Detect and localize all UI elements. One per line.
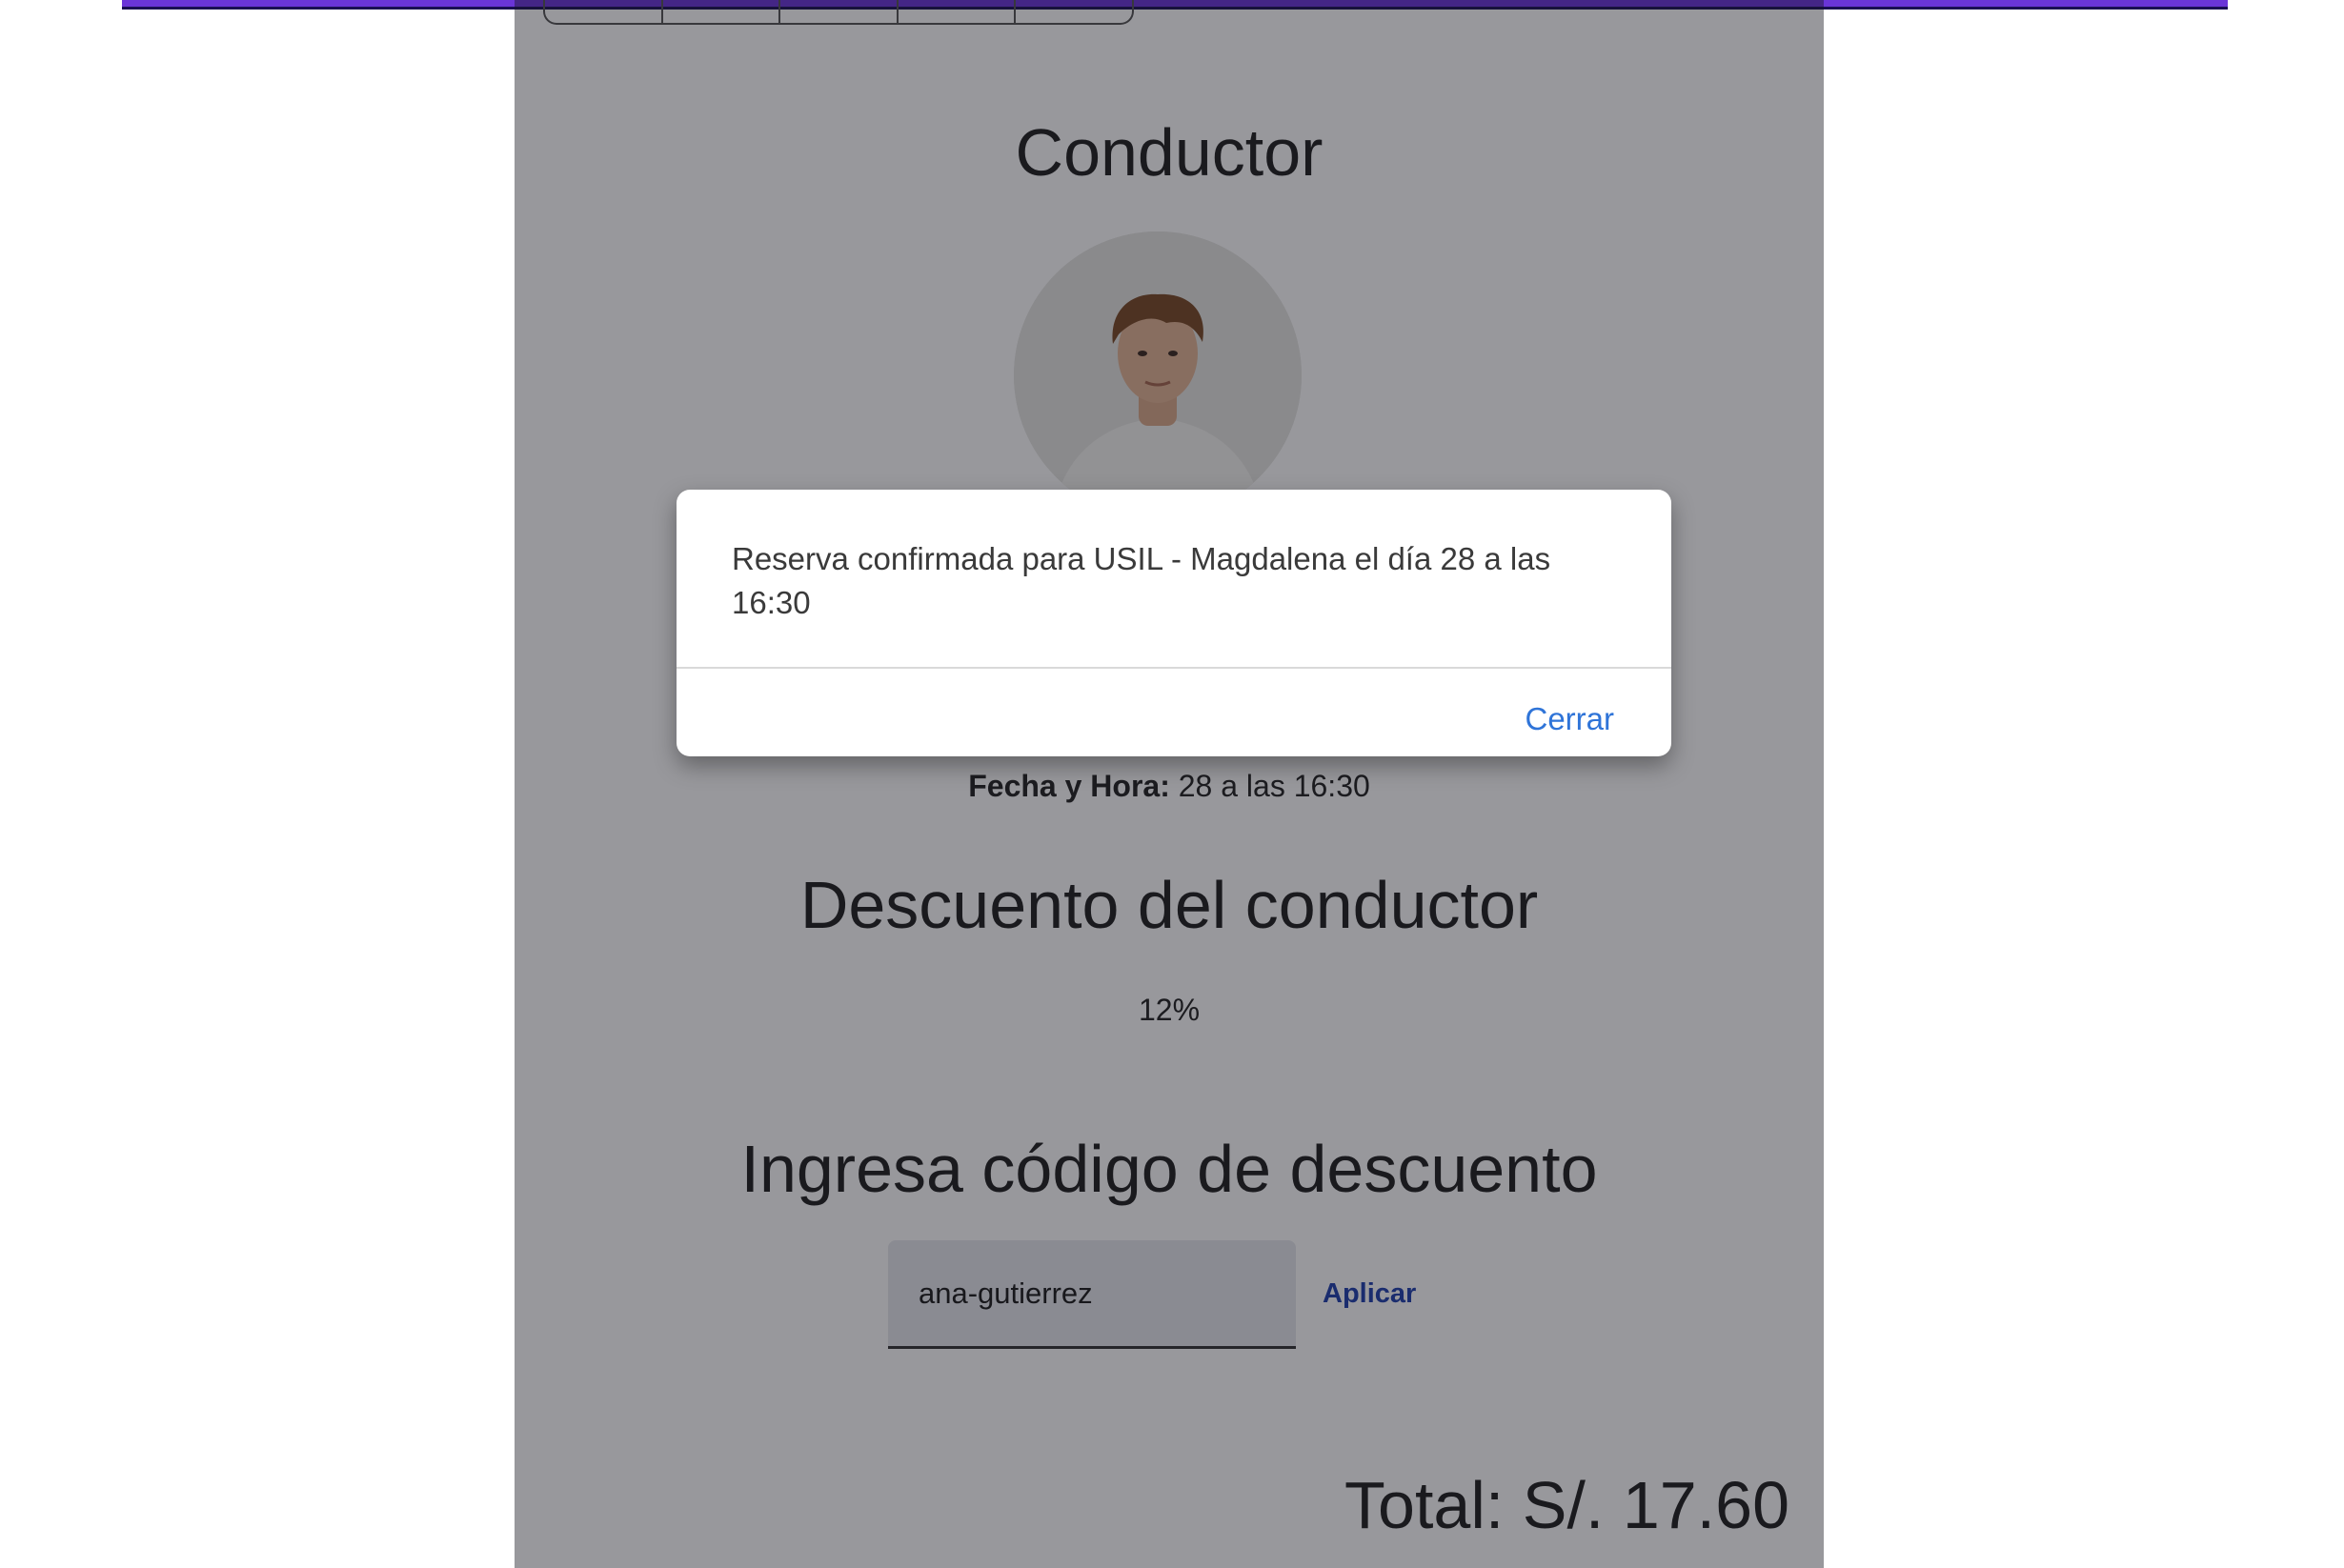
dialog-message: Reserva confirmada para USIL - Magdalena… — [732, 541, 1551, 620]
page: Conductor Fecha y Hora: 28 a las 16:30 D… — [0, 0, 2344, 1568]
close-dialog-button[interactable]: Cerrar — [1523, 697, 1616, 741]
modal-backdrop[interactable] — [515, 0, 1824, 1568]
dialog-divider — [677, 667, 1671, 669]
confirmation-dialog: Reserva confirmada para USIL - Magdalena… — [677, 490, 1671, 756]
